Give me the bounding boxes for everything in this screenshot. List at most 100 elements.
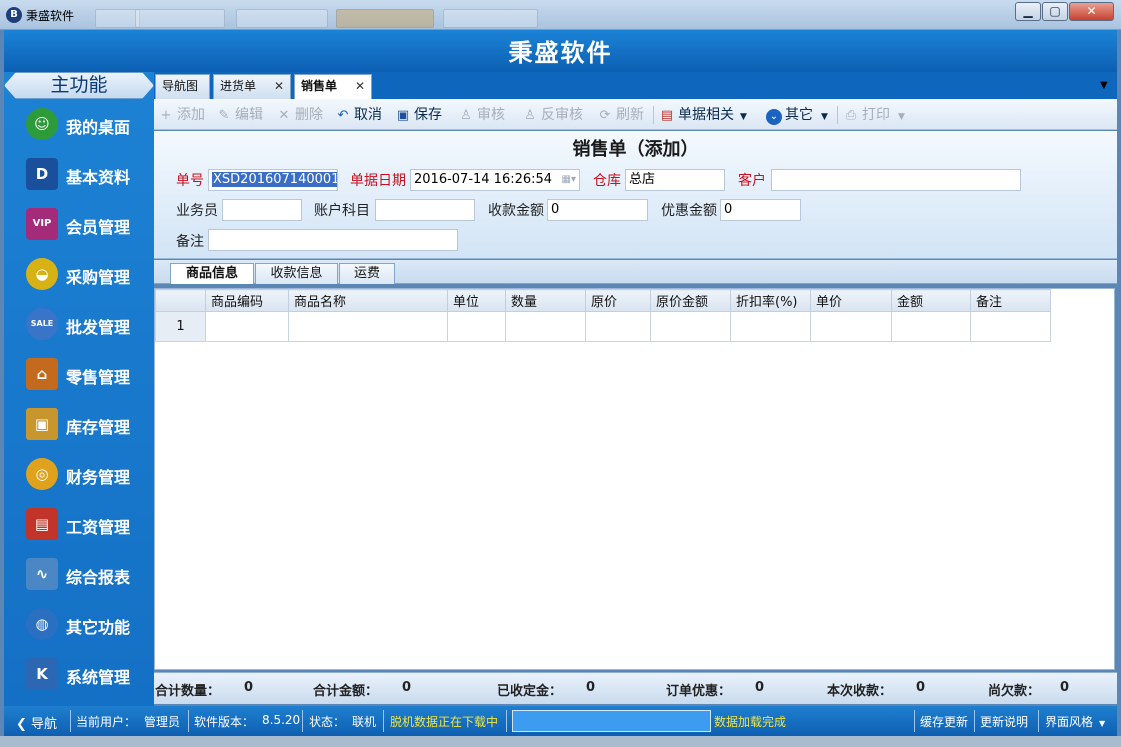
remark-field[interactable]	[208, 229, 458, 251]
table-cell[interactable]	[970, 311, 1051, 342]
user-audit-icon: ♙	[460, 108, 472, 123]
refresh-button[interactable]: ⟳ 刷新	[597, 104, 644, 126]
table-cell[interactable]	[585, 311, 651, 342]
grid-header[interactable]: 商品编码	[205, 289, 289, 312]
total-qty-value: 0	[244, 680, 254, 695]
subtab-product-info[interactable]: 商品信息	[170, 263, 254, 284]
audit-button[interactable]: ♙ 审核	[458, 104, 505, 126]
toolbar-divider	[837, 106, 838, 124]
cancel-button[interactable]: ↶ 取消	[335, 104, 382, 126]
salesman-field[interactable]	[222, 199, 302, 221]
subtab-payment-info[interactable]: 收款信息	[255, 263, 338, 284]
grid-header[interactable]: 单价	[810, 289, 892, 312]
print-button[interactable]: ⎙ 打印 ▼	[843, 104, 905, 126]
background-taskbar-tab	[443, 9, 538, 28]
discount-amount-field[interactable]: 0	[720, 199, 801, 221]
sidebar-item-basic-data[interactable]: D 基本资料	[4, 150, 154, 196]
delete-button[interactable]: ✕ 删除	[276, 104, 323, 126]
sidebar-item-my-desktop[interactable]: ☺ 我的桌面	[4, 100, 154, 146]
offline-download-status: 脱机数据正在下载中	[390, 715, 499, 729]
minimize-button[interactable]: ▁	[1015, 2, 1041, 21]
refresh-icon: ⟳	[599, 108, 611, 123]
sale-icon: SALE	[26, 308, 58, 340]
ui-style-menu[interactable]: 界面风格 ▼	[1045, 713, 1105, 730]
background-taskbar-tab	[236, 9, 328, 28]
document-related-menu[interactable]: ▤ 单据相关 ▼	[659, 104, 747, 126]
maximize-button[interactable]: ▢	[1042, 2, 1068, 21]
tab-list-dropdown-icon[interactable]: ▼	[1100, 80, 1108, 91]
desktop-user-icon: ☺	[26, 108, 58, 140]
subtab-freight[interactable]: 运费	[339, 263, 395, 284]
floppy-disk-icon: ▣	[396, 108, 410, 123]
cache-update-button[interactable]: 缓存更新	[920, 713, 968, 730]
unaudit-button[interactable]: ♙ 反审核	[522, 104, 583, 126]
received-amount-label: 收款金额	[488, 203, 544, 219]
table-cell[interactable]	[650, 311, 731, 342]
owed-value: 0	[1060, 680, 1070, 695]
customer-field[interactable]	[771, 169, 1021, 191]
toolbar-divider	[653, 106, 654, 124]
warehouse-label: 仓库	[593, 173, 621, 189]
delete-x-icon: ✕	[278, 108, 290, 123]
status-divider	[188, 710, 189, 732]
globe-icon: ◍	[26, 608, 58, 640]
close-window-button[interactable]: ✕	[1069, 2, 1114, 21]
table-cell[interactable]	[730, 311, 811, 342]
sidebar-item-wholesale[interactable]: SALE 批发管理	[4, 300, 154, 346]
table-cell[interactable]	[447, 311, 506, 342]
sidebar-item-other[interactable]: ◍ 其它功能	[4, 600, 154, 646]
grid-header-rownum	[155, 289, 206, 312]
sidebar-item-retail[interactable]: ⌂ 零售管理	[4, 350, 154, 396]
edit-button[interactable]: ✎ 编辑	[216, 104, 263, 126]
table-cell[interactable]	[505, 311, 586, 342]
add-button[interactable]: + 添加	[158, 104, 205, 126]
sidebar-item-purchase[interactable]: ◒ 采购管理	[4, 250, 154, 296]
date-field[interactable]: 2016-07-14 16:26:54 ▦▾	[410, 169, 580, 191]
order-number-field[interactable]: XSD201607140001	[208, 169, 338, 191]
chevron-left-icon: ❮	[16, 717, 27, 732]
grid-header[interactable]: 原价	[585, 289, 651, 312]
calendar-dropdown-icon[interactable]: ▦▾	[562, 170, 576, 190]
sidebar-item-label: 会员管理	[66, 218, 131, 237]
user-unaudit-icon: ♙	[524, 108, 536, 123]
sidebar-item-label: 采购管理	[66, 268, 131, 287]
save-button[interactable]: ▣ 保存	[395, 104, 442, 126]
nav-toggle-button[interactable]: ❮ 导航	[16, 713, 57, 732]
received-amount-field[interactable]: 0	[547, 199, 648, 221]
sidebar-item-payroll[interactable]: ▤ 工资管理	[4, 500, 154, 546]
tab-label: 进货单	[220, 79, 257, 93]
circle-chevron-icon: ⌄	[766, 109, 782, 125]
deposit-value: 0	[586, 680, 596, 695]
sidebar-item-reports[interactable]: ∿ 综合报表	[4, 550, 154, 596]
grid-header[interactable]: 数量	[505, 289, 586, 312]
table-cell[interactable]	[288, 311, 448, 342]
sidebar-item-system[interactable]: K 系统管理	[4, 650, 154, 696]
document-related-icon: ▤	[660, 108, 674, 123]
grid-header[interactable]: 金额	[891, 289, 971, 312]
close-tab-icon[interactable]: ✕	[355, 75, 365, 98]
tab-navigation-map[interactable]: 导航图	[155, 74, 210, 99]
grid-header[interactable]: 折扣率(%)	[730, 289, 811, 312]
grid-header[interactable]: 备注	[970, 289, 1051, 312]
sidebar-item-member[interactable]: VIP 会员管理	[4, 200, 154, 246]
table-row[interactable]: 1	[155, 311, 1051, 342]
grid-header[interactable]: 商品名称	[288, 289, 448, 312]
sidebar-item-finance[interactable]: ◎ 财务管理	[4, 450, 154, 496]
table-cell[interactable]	[810, 311, 892, 342]
table-cell[interactable]	[205, 311, 289, 342]
grid-header[interactable]: 单位	[447, 289, 506, 312]
system-icon: K	[26, 658, 58, 690]
other-menu[interactable]: ⌄ 其它 ▼	[766, 104, 828, 126]
warehouse-field[interactable]: 总店	[625, 169, 725, 191]
form-title: 销售单（添加）	[572, 139, 699, 160]
sidebar-item-label: 库存管理	[66, 418, 131, 437]
tab-sales-order[interactable]: 销售单 ✕	[294, 74, 372, 99]
tab-purchase-order[interactable]: 进货单 ✕	[213, 74, 291, 99]
close-tab-icon[interactable]: ✕	[274, 75, 284, 98]
table-cell[interactable]	[891, 311, 971, 342]
account-field[interactable]	[375, 199, 475, 221]
update-notes-button[interactable]: 更新说明	[980, 713, 1028, 730]
grid-header[interactable]: 原价金额	[650, 289, 731, 312]
product-grid-area	[154, 288, 1115, 670]
sidebar-item-inventory[interactable]: ▣ 库存管理	[4, 400, 154, 446]
